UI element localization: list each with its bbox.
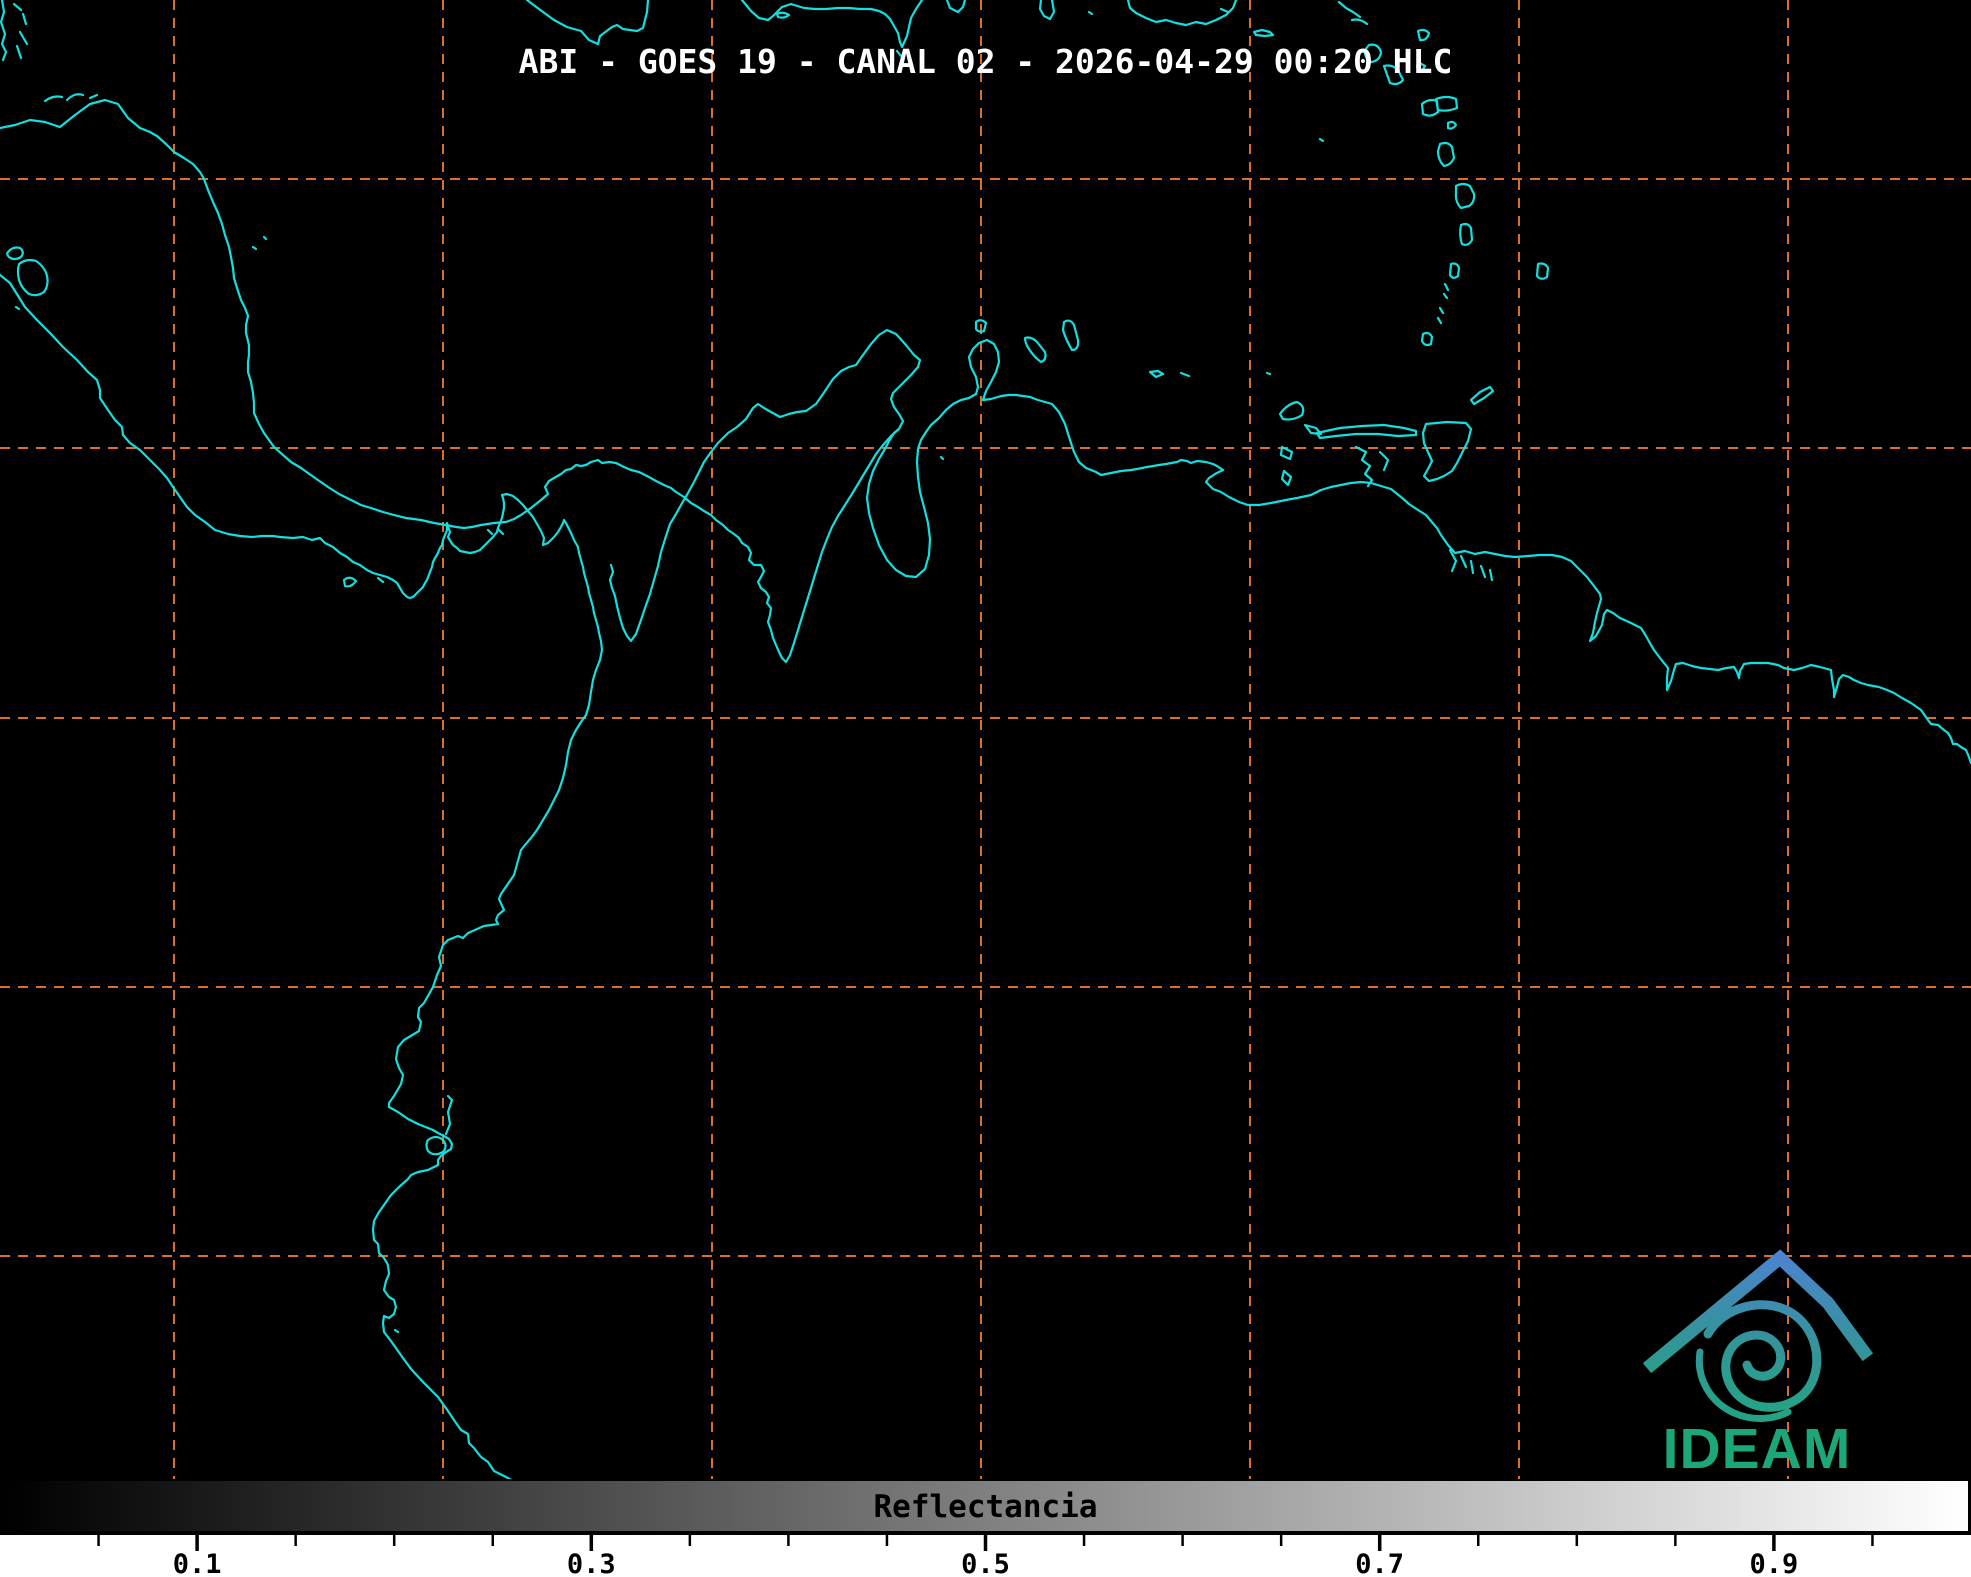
reflectance-colorbar: Reflectancia: [0, 1479, 1971, 1535]
coastline: [947, 0, 1092, 19]
colorbar-tick-label: 0.5: [961, 1549, 1010, 1577]
coastline: [867, 340, 1971, 763]
coastline: [446, 1096, 452, 1134]
colorbar-label: Reflectancia: [3, 1489, 1968, 1525]
coastline: [1317, 425, 1416, 486]
colorbar-tick-label: 0.3: [567, 1549, 616, 1577]
coastline: [976, 320, 1078, 362]
coastline: [45, 94, 97, 101]
coastline: [742, 0, 922, 56]
logo-text: IDEAM: [1663, 1417, 1852, 1480]
coastline: [1423, 387, 1493, 481]
goes-satellite-image-viewer: ABI - GOES 19 - CANAL 02 - 2026-04-29 00…: [0, 0, 1971, 1577]
colorbar-tick-label: 0.7: [1355, 1549, 1404, 1577]
colorbar-ticks: 0.1 0.3 0.5 0.7 0.9: [0, 1535, 1971, 1577]
colorbar-axis: 0.1 0.3 0.5 0.7 0.9: [0, 1535, 1971, 1577]
coastline: [0, 275, 602, 1481]
colorbar-tick-label: 0.1: [173, 1549, 222, 1577]
coastline: [1128, 0, 1273, 36]
coastline: [527, 0, 648, 44]
colorbar-tick-label: 0.9: [1750, 1549, 1799, 1577]
logo-mountain-icon: [1652, 1258, 1864, 1364]
coastline: [1320, 2, 1429, 141]
coastline: [14, 4, 27, 58]
coastline: [427, 1137, 446, 1154]
coastline: [1422, 264, 1548, 346]
coastline: [1280, 402, 1321, 485]
coastline: [1450, 550, 1492, 580]
coastline: [0, 100, 920, 662]
coastline: [1438, 143, 1474, 278]
ideam-logo: IDEAM: [1620, 1235, 1920, 1480]
coastline: [1422, 97, 1457, 129]
coastline: [16, 237, 503, 1332]
coastline: [1, 0, 6, 60]
logo-spiral-icon: [1708, 1305, 1817, 1408]
